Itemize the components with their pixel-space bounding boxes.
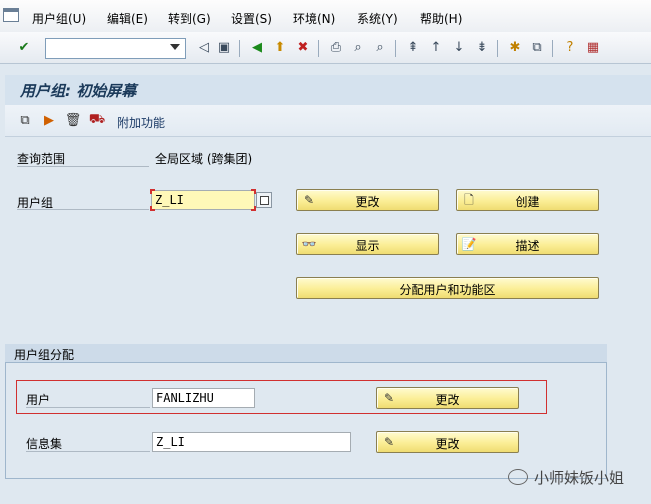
back-icon[interactable]: ◀ [249,40,265,56]
infoset-input[interactable]: Z_LI [152,432,351,452]
wechat-icon [508,469,528,485]
menu-settings[interactable]: 设置(S) [231,10,272,27]
system-menu-icon[interactable] [3,8,19,22]
save-icon[interactable]: ▣ [216,40,232,56]
toolbar-separator [318,40,319,57]
menu-edit[interactable]: 编辑(E) [107,10,148,27]
change-button[interactable]: ✎ 更改 [296,189,439,211]
menu-goto[interactable]: 转到(G) [168,10,211,27]
describe-button[interactable]: 📝 描述 [456,233,599,255]
toolbar-separator [497,40,498,57]
delete-icon[interactable]: 🗑 [65,112,82,128]
toolbar-separator [239,40,240,57]
watermark-text: 小师妹饭小姐 [534,468,625,487]
assign-users-button-label: 分配用户和功能区 [399,283,496,297]
label-underline [26,407,150,408]
page-title: 用户组: 初始屏幕 [20,82,137,100]
infoset-label: 信息集 [26,437,63,451]
create-button[interactable]: 🗋 创建 [456,189,599,211]
query-scope-label: 查询范围 [17,152,66,166]
label-underline [26,451,150,452]
print-icon[interactable]: ⎙ [328,40,344,56]
last-page-icon[interactable]: ⇟ [474,40,490,56]
cancel-icon[interactable]: ✖ [295,40,311,56]
toolbar-separator [552,40,553,57]
user-change-button[interactable]: ✎ 更改 [376,387,519,409]
assign-users-button[interactable]: 分配用户和功能区 [296,277,599,299]
query-scope-value: 全局区域 (跨集团) [155,152,253,166]
toolbar-separator [395,40,396,57]
label-underline [17,166,149,167]
find-next-icon[interactable]: ⌕ [372,40,388,56]
command-field[interactable] [45,38,186,59]
next-page-icon[interactable]: ↓ [451,40,467,56]
command-history-dropdown-icon[interactable] [170,44,180,50]
watermark: 小师妹饭小姐 [508,467,624,487]
infoset-change-button-label: 更改 [435,437,460,451]
history-back-icon[interactable]: ◁ [196,40,212,56]
enter-icon[interactable]: ✔ [16,40,32,56]
focus-corner [150,206,155,211]
copy-icon[interactable]: ⧉ [17,112,33,128]
title-bar: 用户组: 初始屏幕 [5,75,651,105]
menu-help[interactable]: 帮助(H) [420,10,462,27]
infoset-change-button[interactable]: ✎ 更改 [376,431,519,453]
menu-system[interactable]: 系统(Y) [357,10,398,27]
help-icon[interactable]: ? [562,40,578,56]
menu-environment[interactable]: 环境(N) [293,10,335,27]
describe-button-label: 描述 [515,239,540,253]
first-page-icon[interactable]: ⇞ [405,40,421,56]
create-session-icon[interactable]: ✱ [507,40,523,56]
label-underline [17,209,149,210]
rename-icon[interactable]: ▶ [41,112,57,128]
change-button-label: 更改 [355,195,380,209]
menu-bar: 用户组(U) 编辑(E) 转到(G) 设置(S) 环境(N) 系统(Y) 帮助(… [0,0,651,32]
menu-user-group[interactable]: 用户组(U) [32,10,86,27]
user-input[interactable]: FANLIZHU [152,388,255,408]
user-label: 用户 [26,393,51,407]
exit-icon[interactable]: ⬆ [272,40,288,56]
previous-page-icon[interactable]: ↑ [428,40,444,56]
create-button-label: 创建 [515,195,540,209]
layout-icon[interactable]: ▦ [585,40,601,56]
extras-menu-button[interactable]: 附加功能 [117,114,165,131]
user-change-button-label: 更改 [435,393,460,407]
display-button[interactable]: 👓 显示 [296,233,439,255]
section-header: 用户组分配 [5,344,607,363]
section-title: 用户组分配 [14,348,75,362]
value-help-button[interactable] [256,192,272,208]
find-icon[interactable]: ⌕ [350,40,366,56]
user-group-input[interactable]: Z_LI [151,190,255,210]
focus-corner [150,189,155,194]
shortcut-icon[interactable]: ⧉ [529,40,545,56]
display-button-label: 显示 [355,239,380,253]
transport-icon[interactable]: ⛟ [89,112,105,128]
